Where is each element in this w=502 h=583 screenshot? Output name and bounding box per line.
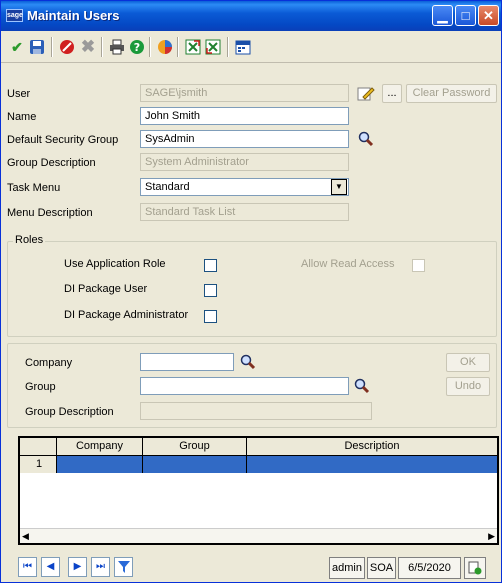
status-action-button[interactable] [464, 557, 486, 579]
user-lookup-button[interactable] [355, 83, 377, 103]
user-field: SAGE\jsmith [140, 84, 349, 102]
chevron-down-icon[interactable]: ▼ [331, 179, 347, 195]
previous-icon: ◀ [46, 561, 55, 572]
menu-description-field: Standard Task List [140, 203, 349, 221]
task-menu-label: Task Menu [7, 182, 61, 194]
user-label: User [7, 88, 31, 100]
roles-legend: Roles [13, 234, 46, 246]
clear-password-button[interactable]: Clear Password [406, 84, 497, 103]
use-application-role-label: Use Application Role [64, 258, 166, 270]
group-search-button[interactable] [351, 376, 373, 396]
svg-text:?: ? [134, 41, 140, 54]
grid-row-number[interactable]: 1 [20, 456, 57, 473]
search-icon [354, 378, 370, 394]
maintain-users-window: sage Maintain Users ▁ □ ✕ ✔ ✖ ? User SAG… [0, 0, 502, 583]
help-icon[interactable]: ? [128, 38, 146, 56]
company-group-grid[interactable]: Company Group Description 1 ◀ ▶ [18, 436, 499, 545]
company-group-description-field [140, 402, 372, 420]
export-icon[interactable] [184, 38, 202, 56]
di-package-administrator-checkbox[interactable] [204, 310, 217, 323]
di-package-user-checkbox[interactable] [204, 284, 217, 297]
cancel-icon[interactable] [58, 38, 76, 56]
grid-row-header [20, 438, 57, 456]
name-field[interactable]: John Smith [140, 107, 349, 125]
window-title: Maintain Users [27, 8, 120, 23]
last-record-button[interactable]: ⏭ [91, 557, 110, 577]
status-date: 6/5/2020 [398, 557, 461, 579]
scroll-left-icon[interactable]: ◀ [22, 531, 29, 542]
checkmark-icon[interactable]: ✔ [8, 38, 26, 56]
undo-button[interactable]: Undo [446, 377, 490, 396]
print-icon[interactable] [108, 38, 126, 56]
last-icon: ⏭ [96, 561, 105, 572]
title-bar[interactable]: sage Maintain Users ▁ □ ✕ [1, 1, 501, 31]
grid-horizontal-scrollbar[interactable]: ◀ ▶ [20, 528, 497, 543]
grid-header-company[interactable]: Company [57, 438, 143, 456]
close-button[interactable]: ✕ [478, 5, 499, 26]
next-icon: ▶ [73, 561, 82, 572]
maximize-button[interactable]: □ [455, 5, 476, 26]
save-icon[interactable] [28, 38, 46, 56]
task-menu-select[interactable]: Standard [140, 178, 349, 196]
first-icon: ⏮ [23, 561, 32, 572]
company-search-button[interactable] [237, 352, 259, 372]
sage-app-icon: sage [6, 9, 23, 22]
calendar-icon[interactable] [234, 38, 252, 56]
previous-record-button[interactable]: ◀ [41, 557, 60, 577]
ok-button[interactable]: OK [446, 353, 490, 372]
status-user: admin [329, 557, 365, 579]
allow-read-access-label: Allow Read Access [301, 258, 395, 270]
filter-button[interactable] [114, 557, 133, 577]
group-field[interactable] [140, 377, 349, 395]
close-icon: ✕ [483, 8, 494, 23]
grid-cell-description[interactable] [247, 456, 497, 473]
allow-read-access-checkbox[interactable] [412, 259, 425, 272]
chart-icon[interactable] [156, 38, 174, 56]
edit-icon [357, 87, 375, 101]
name-label: Name [7, 111, 37, 123]
next-record-button[interactable]: ▶ [68, 557, 87, 577]
use-application-role-checkbox[interactable] [204, 259, 217, 272]
grid-cell-group[interactable] [143, 456, 247, 473]
status-company: SOA [367, 557, 396, 579]
menu-description-label: Menu Description [7, 207, 93, 219]
add-record-icon [468, 561, 482, 575]
import-icon[interactable] [204, 38, 222, 56]
security-group-search-button[interactable] [355, 129, 377, 149]
grid-header-description[interactable]: Description [247, 438, 497, 456]
ellipsis-button[interactable]: ... [382, 84, 402, 103]
delete-icon[interactable]: ✖ [79, 37, 97, 56]
grid-header-group[interactable]: Group [143, 438, 247, 456]
grid-cell-company[interactable] [57, 456, 143, 473]
group-description-field: System Administrator [140, 153, 349, 171]
toolbar: ✔ ✖ ? [1, 31, 501, 63]
group-label: Group [25, 381, 56, 393]
company-field[interactable] [140, 353, 234, 371]
minimize-icon: ▁ [437, 8, 448, 23]
scroll-right-icon[interactable]: ▶ [488, 531, 495, 542]
minimize-button[interactable]: ▁ [432, 5, 453, 26]
maximize-icon: □ [461, 8, 470, 23]
filter-icon [117, 561, 130, 573]
default-security-group-label: Default Security Group [7, 134, 119, 146]
group-description-label: Group Description [7, 157, 96, 169]
default-security-group-field[interactable]: SysAdmin [140, 130, 349, 148]
di-package-administrator-label: DI Package Administrator [64, 309, 189, 321]
company-group-description-label: Group Description [25, 406, 114, 418]
company-label: Company [25, 357, 73, 369]
search-icon [240, 354, 256, 370]
search-icon [358, 131, 374, 147]
first-record-button[interactable]: ⏮ [18, 557, 37, 577]
di-package-user-label: DI Package User [64, 283, 148, 295]
